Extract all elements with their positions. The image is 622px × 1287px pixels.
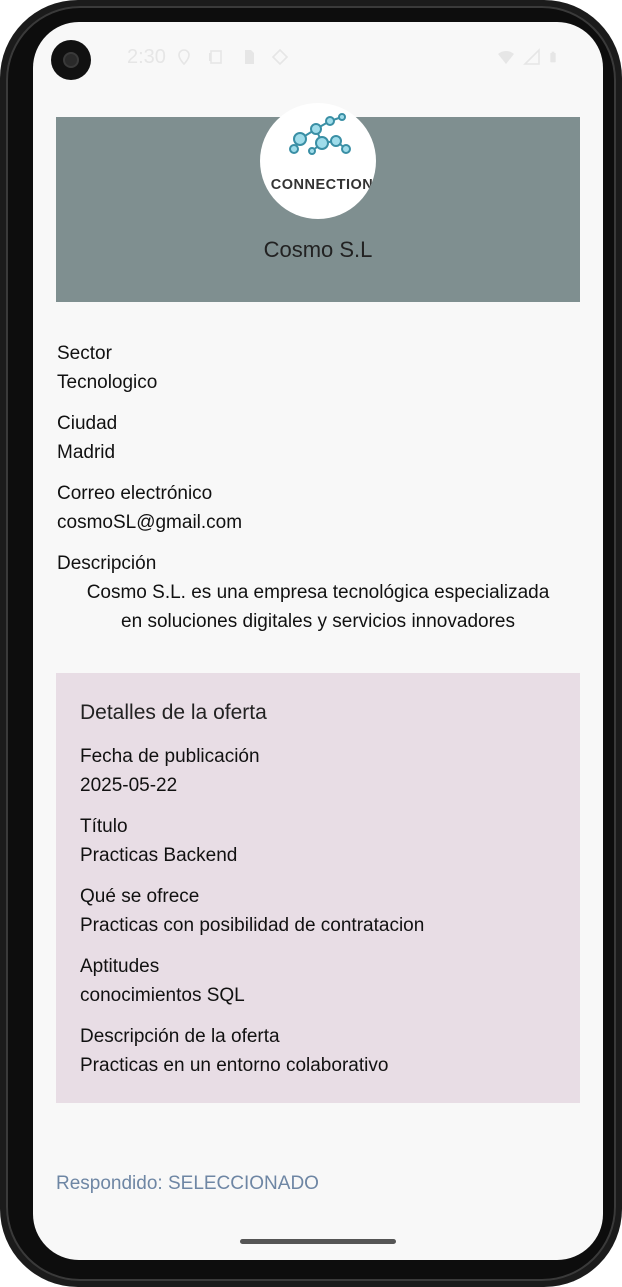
response-status: Respondido: SELECCIONADO — [56, 1173, 319, 1194]
publication-date-label: Fecha de publicación — [80, 746, 260, 767]
data-saver-icon — [271, 48, 289, 66]
offer-description-label: Descripción de la oferta — [80, 1026, 280, 1047]
status-time: 2:30 — [127, 46, 166, 68]
company-name: Cosmo S.L — [263, 237, 373, 262]
status-bar: 2:30 — [33, 46, 603, 72]
skills-label: Aptitudes — [80, 956, 160, 977]
molecule-icon — [289, 113, 351, 155]
wifi-icon — [498, 50, 514, 64]
offered-label: Qué se ofrece — [80, 886, 200, 907]
email-label: Correo electrónico — [57, 483, 213, 504]
sim-card-icon — [245, 50, 254, 64]
publication-date-value: 2025-05-22 — [80, 775, 178, 796]
offer-title: Detalles de la oferta — [80, 701, 267, 724]
city-value: Madrid — [57, 442, 116, 463]
company-header: CONNECTION Cosmo S.L — [56, 103, 580, 302]
city-label: Ciudad — [57, 413, 118, 434]
offer-title-value: Practicas Backend — [80, 845, 238, 866]
description-line-2: en soluciones digitales y servicios inno… — [121, 611, 515, 632]
description-line-1: Cosmo S.L. es una empresa tecnológica es… — [86, 582, 550, 603]
battery-icon — [550, 51, 556, 63]
skills-value: conocimientos SQL — [80, 985, 245, 1006]
location-icon — [178, 49, 190, 66]
sector-value: Tecnologico — [57, 372, 158, 393]
company-logo: CONNECTION — [260, 103, 376, 219]
screen-icon — [209, 50, 222, 64]
offer-title-label: Título — [80, 816, 128, 837]
email-value: cosmoSL@gmail.com — [57, 512, 243, 533]
offer-description-value: Practicas en un entorno colaborativo — [80, 1055, 389, 1076]
offered-value: Practicas con posibilidad de contratacio… — [80, 915, 425, 936]
home-indicator[interactable] — [240, 1239, 396, 1244]
logo-wordmark: CONNECTION — [270, 177, 374, 193]
app-screen: 2:30 CONNECTION Cosmo S.L Sector Tecnolo… — [33, 22, 603, 1260]
offer-details-card: Detalles de la oferta Fecha de publicaci… — [56, 673, 580, 1103]
status-system-icons — [497, 48, 561, 66]
description-label: Descripción — [57, 553, 157, 574]
signal-icon — [523, 48, 540, 65]
sector-label: Sector — [57, 343, 112, 364]
status-notification-icons — [175, 48, 289, 66]
